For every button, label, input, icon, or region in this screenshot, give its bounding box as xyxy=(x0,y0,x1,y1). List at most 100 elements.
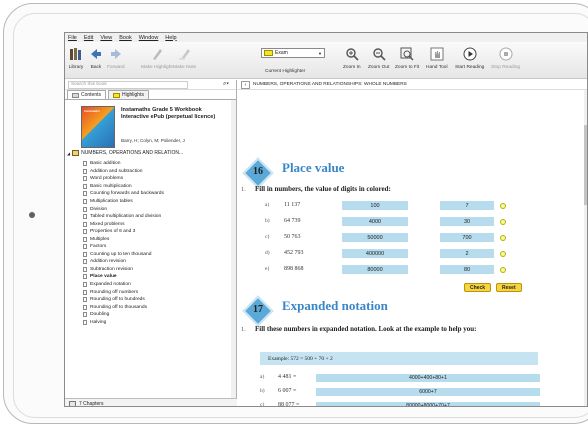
expanded-answer-box[interactable]: 4000+400+80+1 xyxy=(316,374,540,382)
toc-item[interactable]: Word problems xyxy=(83,175,164,183)
library-button[interactable]: Library xyxy=(68,45,84,70)
toc-item[interactable]: Multiples xyxy=(83,235,164,243)
digit-answer-box[interactable]: 30 xyxy=(440,217,494,226)
page-icon xyxy=(83,161,87,167)
toc-item[interactable]: Rounding off numbers xyxy=(83,288,164,296)
toc-item[interactable]: Counting forwards and backwards xyxy=(83,190,164,198)
toc-item-label: Basic multiplication xyxy=(90,183,132,189)
toc-item[interactable]: Factors xyxy=(83,243,164,251)
content-header: ‹ NUMBERS, OPERATIONS AND RELATIONSHIPS:… xyxy=(238,80,587,90)
page-icon xyxy=(83,282,87,288)
zoom-in-button[interactable]: Zoom In xyxy=(343,45,361,70)
digit-answer-box[interactable]: 700 xyxy=(440,233,494,242)
reset-button[interactable]: Reset xyxy=(496,283,522,292)
check-icon xyxy=(500,234,506,241)
section-number-16: 16 xyxy=(253,166,263,177)
toc-item[interactable]: Multiplication tables xyxy=(83,198,164,206)
make-note-button[interactable]: Make Note xyxy=(173,45,196,70)
digit-answer-box[interactable]: 2 xyxy=(440,249,494,258)
value-answer-box[interactable]: 4000 xyxy=(342,217,408,226)
search-input[interactable]: Search this book xyxy=(68,80,188,89)
row-number: 11 137 xyxy=(284,202,301,208)
value-answer-box[interactable]: 400000 xyxy=(342,249,408,258)
digit-answer-box[interactable]: 7 xyxy=(440,201,494,210)
toc-item[interactable]: Tabled multiplication and division xyxy=(83,213,164,221)
toc-item[interactable]: Rounding off to hundreds xyxy=(83,296,164,304)
camera-dot xyxy=(29,212,35,218)
toc-item-label: Basic addition xyxy=(90,161,121,167)
toc-item-label: Word problems xyxy=(90,176,124,182)
content-scrollbar[interactable] xyxy=(584,90,587,406)
hand-tool-button[interactable]: Hand Tool xyxy=(426,45,448,70)
scrollbar-thumb[interactable] xyxy=(584,125,587,205)
toc-list: Basic addition Addition and subtraction Wo… xyxy=(83,160,164,326)
toc-item[interactable]: Counting up to ten thousand xyxy=(83,251,164,259)
toc-item[interactable]: Addition revision xyxy=(83,258,164,266)
make-highlight-button[interactable]: Make Highlight xyxy=(141,45,173,70)
search-icon[interactable]: ⌕▾ xyxy=(223,81,229,88)
zoom-out-icon xyxy=(371,45,387,63)
toc-item[interactable]: Doubling xyxy=(83,311,164,319)
toc-item-label: Addition and subtraction xyxy=(90,168,143,174)
toc-item-label: Halving xyxy=(90,319,107,325)
toc-item[interactable]: Basic addition xyxy=(83,160,164,168)
value-answer-box[interactable]: 100 xyxy=(342,201,408,210)
menu-view[interactable]: View xyxy=(100,35,112,41)
page-icon xyxy=(83,199,87,204)
check-icon xyxy=(500,266,506,273)
row-letter: a) xyxy=(265,202,270,208)
book-authors: Barry, H; Colyn, M; Poliender, J xyxy=(121,138,185,143)
zoom-to-fit-button[interactable]: Zoom to Fit xyxy=(395,45,419,70)
stop-reading-button[interactable]: Stop Reading xyxy=(491,45,520,70)
menu-help[interactable]: Help xyxy=(165,35,176,41)
book-info[interactable]: Instamaths Instamaths Grade 5 Workbook I… xyxy=(81,106,231,150)
chevron-left-icon[interactable]: ‹ xyxy=(241,80,250,89)
toc-item[interactable]: Halving xyxy=(83,318,164,326)
toc-item[interactable]: Subtraction revision xyxy=(83,266,164,274)
page-icon xyxy=(83,319,87,325)
toc-item[interactable]: Mixed problems xyxy=(83,220,164,228)
toc-item[interactable]: Division xyxy=(83,205,164,213)
page-icon xyxy=(83,229,87,235)
check-button[interactable]: Check xyxy=(464,283,492,292)
menu-edit[interactable]: Edit xyxy=(84,35,93,41)
expanded-answer-box[interactable]: 6000+7 xyxy=(316,388,540,396)
menu-file[interactable]: File xyxy=(68,35,77,41)
chevron-down-icon[interactable]: ◢ xyxy=(67,151,70,156)
chapter-node[interactable]: ◢ NUMBERS, OPERATIONS AND RELATION... xyxy=(67,150,183,156)
value-answer-box[interactable]: 50000 xyxy=(342,233,408,242)
row-letter: c) xyxy=(265,234,270,240)
zoom-out-button[interactable]: Zoom Out xyxy=(368,45,389,70)
menu-window[interactable]: Window xyxy=(139,35,159,41)
expanded-answer-box[interactable]: 80000+8000+70+7 xyxy=(316,402,540,406)
value-answer-box[interactable]: 80000 xyxy=(342,265,408,274)
chapter-icon xyxy=(72,150,80,156)
chevron-down-icon: ▼ xyxy=(318,50,322,56)
row-number: 6 007 = xyxy=(278,388,297,394)
toc-item-label: Doubling xyxy=(90,312,110,318)
highlighter-swatch xyxy=(264,50,273,56)
start-reading-button[interactable]: Start Reading xyxy=(455,45,484,70)
toc-item[interactable]: Addition and subtraction xyxy=(83,168,164,176)
highlighter-select[interactable]: Exam ▼ xyxy=(261,48,325,58)
page-icon xyxy=(83,191,87,197)
row-letter: a) xyxy=(260,374,265,380)
page-icon xyxy=(83,168,87,174)
toc-item[interactable]: Basic multiplication xyxy=(83,183,164,191)
toc-item[interactable]: Expanded notation xyxy=(83,281,164,289)
digit-answer-box[interactable]: 80 xyxy=(440,265,494,274)
back-button[interactable]: Back xyxy=(88,45,104,70)
page-icon xyxy=(83,312,87,318)
row-number: 64 739 xyxy=(284,218,301,224)
row-letter: b) xyxy=(260,388,265,394)
toc-item[interactable]: Properties of 6 and 3 xyxy=(83,228,164,236)
forward-button[interactable]: Forward xyxy=(107,45,125,70)
toc-item-label: Multiples xyxy=(90,236,110,242)
toc-item[interactable]: Rounding off to thousands xyxy=(83,303,164,311)
toc-item-label: Counting up to ten thousand xyxy=(90,251,152,257)
sidebar-scrollbar[interactable] xyxy=(231,100,236,398)
toc-item[interactable]: Place value xyxy=(83,273,164,281)
tab-contents[interactable]: Contents xyxy=(67,90,107,99)
tab-highlights[interactable]: Highlights xyxy=(108,90,149,99)
menu-book[interactable]: Book xyxy=(119,35,132,41)
